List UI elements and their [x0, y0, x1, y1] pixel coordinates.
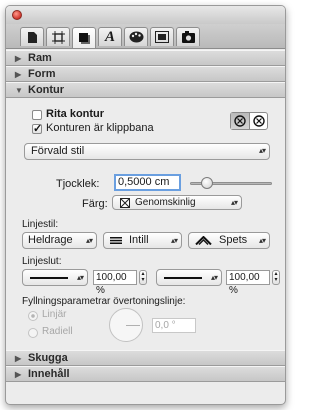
- stepper-arrows-icon: ▴ ▾: [141, 271, 145, 283]
- transparent-swatch-icon: [120, 198, 130, 208]
- linjeslut-end-popup[interactable]: ▴▾: [156, 269, 222, 286]
- line-end-plain-icon: [164, 277, 202, 279]
- inspector-tab-bar: A: [6, 24, 285, 49]
- linjeslut-start-stepper[interactable]: ▴ ▾: [139, 270, 147, 285]
- linjeslut-start-popup[interactable]: ▴▾: [22, 269, 88, 286]
- section-innehall[interactable]: ▶ Innehåll: [6, 366, 285, 382]
- corner-style-a-button[interactable]: [231, 113, 250, 129]
- section-form[interactable]: ▶ Form: [6, 66, 285, 82]
- section-ram[interactable]: ▶ Ram: [6, 50, 285, 66]
- camera-icon: [181, 31, 195, 43]
- corner-style-segmented: [230, 112, 268, 130]
- miter-join-icon: [195, 236, 212, 245]
- tjocklek-input[interactable]: 0,5000 cm: [114, 174, 181, 191]
- tab-colors[interactable]: [124, 27, 148, 46]
- tab-text[interactable]: A: [98, 27, 122, 46]
- section-form-label: Form: [28, 68, 56, 80]
- color-palette-icon: [129, 31, 143, 43]
- tjocklek-label: Tjocklek:: [56, 178, 100, 190]
- tab-document[interactable]: [20, 27, 44, 46]
- section-skugga[interactable]: ▶ Skugga: [6, 350, 285, 366]
- updown-arrows-icon: ▴▾: [76, 273, 84, 282]
- tab-metrics[interactable]: [46, 27, 70, 46]
- angle-wheel[interactable]: [109, 308, 143, 342]
- inspector-window: A ▶ Ram ▶ Form ▼ Kontur Rita kontur ✓ Ko…: [5, 5, 286, 405]
- updown-arrows-icon: ▴▾: [230, 198, 238, 207]
- farg-value: Genomskinlig: [135, 197, 196, 208]
- section-ram-label: Ram: [28, 52, 52, 64]
- target-icon: [253, 115, 265, 127]
- updown-arrows-icon: ▴▾: [170, 236, 178, 245]
- tab-graphic[interactable]: [72, 27, 96, 48]
- disclosure-right-icon: ▶: [15, 370, 22, 379]
- updown-arrows-icon: ▴▾: [210, 273, 218, 282]
- checkmark-icon: ✓: [33, 123, 43, 135]
- line-join-icon: [110, 237, 122, 244]
- stil-value: Förvald stil: [31, 145, 85, 157]
- radiell-radio[interactable]: [28, 328, 38, 338]
- linjestil-cap-popup[interactable]: Spets ▴▾: [188, 232, 270, 249]
- klippbana-checkbox[interactable]: ✓: [32, 123, 43, 135]
- linjestil-dash-popup[interactable]: Heldrage ▴▾: [22, 232, 97, 249]
- tjocklek-slider-knob[interactable]: [201, 177, 213, 189]
- linjeslut-label: Linjeslut:: [22, 256, 62, 267]
- updown-arrows-icon: ▴▾: [258, 146, 266, 155]
- linjestil-join-value: Intill: [129, 234, 149, 246]
- linjar-label: Linjär: [42, 309, 67, 320]
- disclosure-right-icon: ▶: [15, 354, 22, 363]
- linjeslut-end-stepper[interactable]: ▴ ▾: [272, 270, 280, 285]
- angle-wheel-indicator: [126, 325, 140, 326]
- updown-arrows-icon: ▴▾: [258, 236, 266, 245]
- updown-arrows-icon: ▴▾: [85, 236, 93, 245]
- linjeslut-end-scale-input[interactable]: 100,00 %: [226, 270, 270, 296]
- section-skugga-label: Skugga: [28, 352, 68, 364]
- klippbana-label: Konturen är klippbana: [46, 122, 154, 134]
- angle-input[interactable]: 0,0 °: [152, 318, 196, 333]
- line-end-plain-icon: [30, 277, 68, 279]
- farg-popup[interactable]: Genomskinlig ▴▾: [112, 195, 242, 210]
- disclosure-right-icon: ▶: [15, 70, 22, 79]
- text-icon: A: [104, 28, 115, 45]
- disclosure-right-icon: ▶: [15, 54, 22, 63]
- linjeslut-start-scale-input[interactable]: 100,00 %: [93, 270, 137, 296]
- section-kontur[interactable]: ▼ Kontur: [6, 82, 285, 98]
- frame-icon: [51, 30, 65, 44]
- linjar-radio[interactable]: [28, 311, 38, 321]
- shape-icon: [78, 32, 90, 44]
- section-innehall-label: Innehåll: [28, 368, 70, 380]
- rita-kontur-label: Rita kontur: [46, 108, 105, 120]
- target-icon: [234, 115, 246, 127]
- linjestil-join-popup[interactable]: Intill ▴▾: [103, 232, 182, 249]
- gradient-label: Fyllningsparametrar övertoningslinje:: [22, 296, 186, 307]
- stil-popup[interactable]: Förvald stil ▴▾: [24, 143, 270, 160]
- title-bar: [6, 6, 285, 24]
- linjestil-cap-value: Spets: [219, 234, 248, 246]
- farg-label: Färg:: [82, 198, 108, 210]
- rita-kontur-checkbox[interactable]: [32, 110, 42, 120]
- tab-media[interactable]: [176, 27, 200, 46]
- image-icon: [155, 31, 169, 43]
- radiell-label: Radiell: [42, 326, 73, 337]
- stepper-arrows-icon: ▴ ▾: [274, 271, 278, 283]
- corner-style-b-button[interactable]: [250, 113, 268, 129]
- tab-image[interactable]: [150, 27, 174, 46]
- disclosure-down-icon: ▼: [15, 86, 23, 95]
- close-button[interactable]: [12, 10, 22, 20]
- section-kontur-label: Kontur: [28, 84, 65, 96]
- linjestil-dash-value: Heldrage: [28, 234, 73, 246]
- document-icon: [27, 31, 37, 43]
- linjestil-label: Linjestil:: [22, 219, 59, 230]
